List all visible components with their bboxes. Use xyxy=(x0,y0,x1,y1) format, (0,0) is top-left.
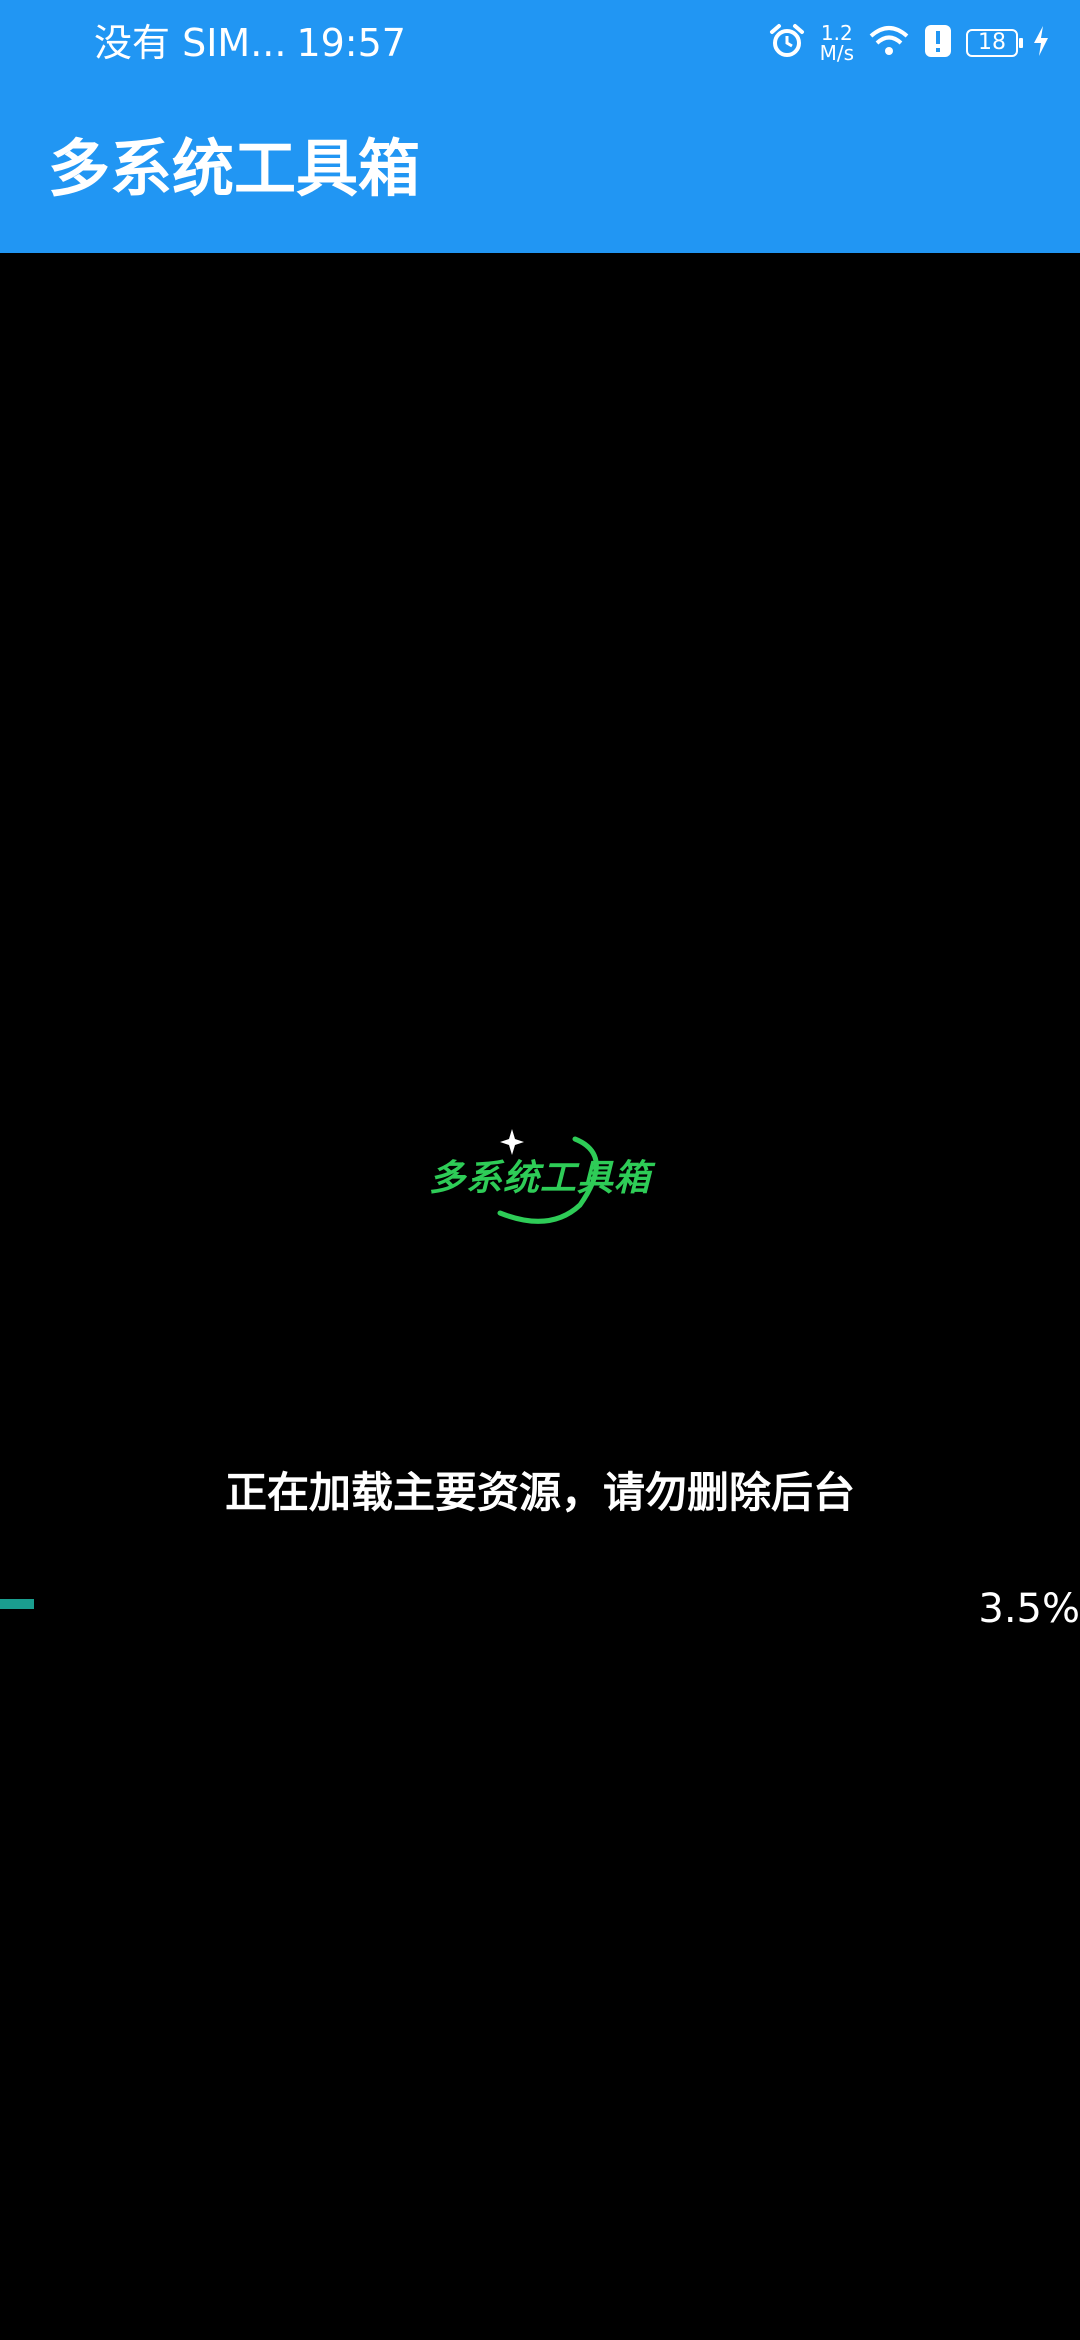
progress-percent: 3.5% xyxy=(978,1586,1080,1632)
carrier-text: 没有 SIM... xyxy=(94,21,287,65)
wifi-icon xyxy=(868,24,910,62)
battery-level: 18 xyxy=(978,30,1006,55)
charging-icon xyxy=(1032,25,1050,61)
app-title: 多系统工具箱 xyxy=(48,132,421,205)
speed-value: 1.2 xyxy=(820,21,853,45)
loading-message: 正在加载主要资源，请勿删除后台 xyxy=(224,1468,855,1517)
alarm-icon xyxy=(768,22,806,64)
clock: 19:57 xyxy=(296,21,406,65)
progress-fill xyxy=(0,1599,34,1609)
speed-unit: M/s xyxy=(819,41,854,65)
status-right: 1.2 M/s 18 xyxy=(768,18,1050,68)
progress-bar xyxy=(0,1599,960,1609)
app-logo: 多系统工具箱 xyxy=(400,1125,680,1235)
status-left: 没有 SIM... 19:57 xyxy=(94,18,416,68)
status-bar: 没有 SIM... 19:57 1.2 M/s 18 xyxy=(0,0,1080,86)
alert-icon xyxy=(924,24,952,62)
app-header: 没有 SIM... 19:57 1.2 M/s 18 多系统工具箱 xyxy=(0,0,1080,253)
logo-text: 多系统工具箱 xyxy=(428,1158,651,1199)
battery-icon: 18 xyxy=(966,29,1023,57)
network-speed: 1.2 M/s xyxy=(820,23,854,63)
